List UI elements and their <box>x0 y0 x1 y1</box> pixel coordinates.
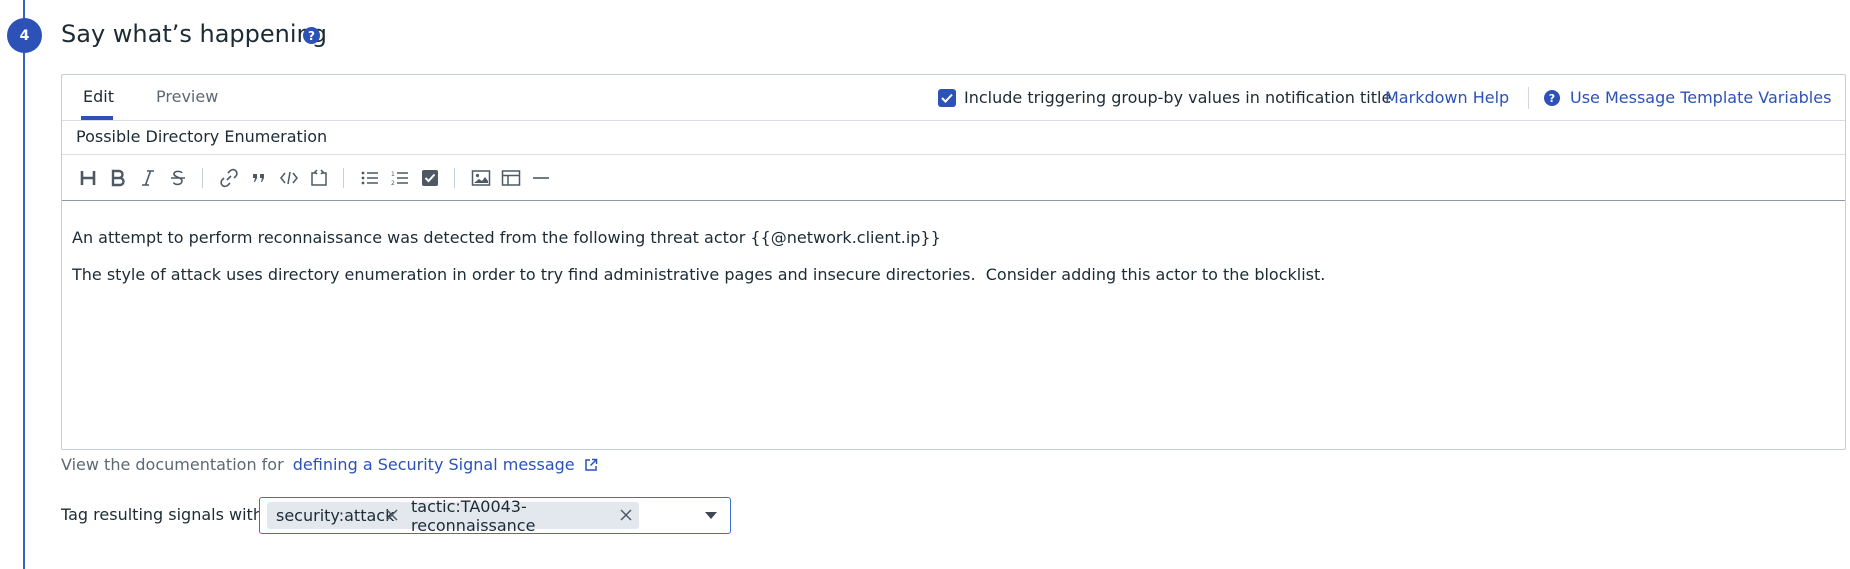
heading-icon[interactable] <box>76 166 100 190</box>
chevron-down-icon[interactable] <box>705 512 717 519</box>
tag-chip-label: tactic:TA0043-reconnaissance <box>411 496 536 535</box>
svg-text:2: 2 <box>391 180 395 187</box>
tag-chip: tactic:TA0043-reconnaissance <box>402 497 639 535</box>
section-heading: Say what’s happening <box>61 20 327 48</box>
quote-icon[interactable] <box>247 166 271 190</box>
horizontal-rule-icon[interactable] <box>529 166 553 190</box>
bulleted-list-icon[interactable] <box>358 166 382 190</box>
code-icon[interactable] <box>277 166 301 190</box>
step-number-badge: 4 <box>7 18 42 53</box>
tag-chip-label: security:attack <box>276 506 395 525</box>
tab-edit[interactable]: Edit <box>83 87 114 106</box>
notification-title-field[interactable]: Possible Directory Enumeration <box>62 120 1845 155</box>
image-icon[interactable] <box>469 166 493 190</box>
code-block-icon[interactable] <box>307 166 331 190</box>
help-icon[interactable]: ? <box>303 27 320 44</box>
message-body-textarea[interactable]: An attempt to perform reconnaissance was… <box>62 201 1845 448</box>
message-editor: Edit Preview Include triggering group-by… <box>61 74 1846 450</box>
remove-tag-icon[interactable] <box>385 508 399 522</box>
markdown-help-link[interactable]: Markdown Help <box>1385 88 1509 107</box>
toolbar-divider <box>343 168 344 188</box>
notification-title-value: Possible Directory Enumeration <box>76 127 328 146</box>
bold-icon[interactable] <box>106 166 130 190</box>
template-variables-link[interactable]: Use Message Template Variables <box>1570 88 1831 107</box>
tag-chip: security:attack <box>267 502 405 529</box>
toolbar-divider <box>202 168 203 188</box>
table-icon[interactable] <box>499 166 523 190</box>
documentation-note: View the documentation for defining a Se… <box>61 455 598 474</box>
include-groupby-label: Include triggering group-by values in no… <box>964 88 1392 107</box>
tags-select[interactable]: security:attack tactic:TA0043-reconnaiss… <box>259 497 731 535</box>
link-icon[interactable] <box>217 166 241 190</box>
documentation-prefix: View the documentation for <box>61 455 284 474</box>
message-body-line: The style of attack uses directory enume… <box>72 265 1326 284</box>
italic-icon[interactable] <box>136 166 160 190</box>
tab-preview[interactable]: Preview <box>156 87 218 106</box>
strikethrough-icon[interactable] <box>166 166 190 190</box>
documentation-link[interactable]: defining a Security Signal message <box>293 455 575 474</box>
step-timeline <box>23 0 25 569</box>
editor-tabs: Edit Preview Include triggering group-by… <box>62 75 1845 121</box>
svg-text:1: 1 <box>391 171 395 178</box>
tag-signals-label: Tag resulting signals with <box>61 505 263 524</box>
external-link-icon[interactable] <box>584 458 598 472</box>
include-groupby-checkbox[interactable] <box>938 89 956 107</box>
question-icon: ? <box>1544 90 1560 106</box>
remove-tag-icon[interactable] <box>619 508 633 522</box>
divider <box>1528 87 1529 109</box>
message-body-line: An attempt to perform reconnaissance was… <box>72 228 941 247</box>
toolbar-divider <box>454 168 455 188</box>
numbered-list-icon[interactable]: 12 <box>388 166 412 190</box>
formatting-toolbar: 12 <box>62 155 1845 201</box>
checklist-icon[interactable] <box>418 166 442 190</box>
checkmark-icon <box>941 93 953 103</box>
